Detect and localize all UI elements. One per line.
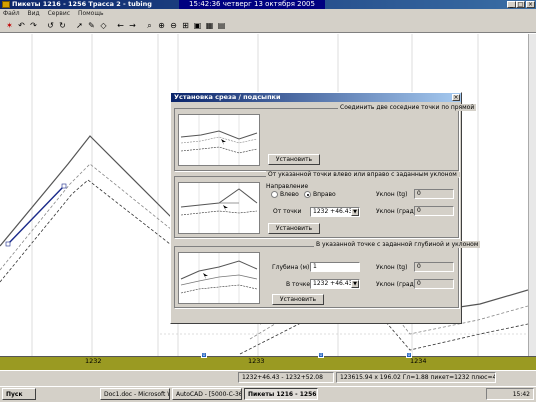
depth-label: Глубина (м) xyxy=(272,264,310,271)
ruler-label: 1232 xyxy=(85,357,102,365)
status-coords: 123615.94 x 196.02 Гл=1.88 пикет=1232 пл… xyxy=(336,372,496,383)
cut-icon[interactable]: ✶ xyxy=(4,21,15,31)
zoom-in-icon[interactable]: ⊕ xyxy=(156,21,167,31)
from-point-value: 1232 +46.43 xyxy=(313,208,353,215)
undo-all-icon[interactable]: ↺ xyxy=(45,21,56,31)
arrow-icon[interactable]: ➚ xyxy=(74,21,85,31)
station-marker[interactable]: U xyxy=(201,352,207,358)
preview-depth-drawing xyxy=(180,253,258,303)
radio-left-label: Влево xyxy=(280,191,299,198)
grid-icon[interactable]: ▦ xyxy=(204,21,215,31)
menu-service[interactable]: Сервис xyxy=(48,10,70,17)
refresh-icon[interactable]: ↻ xyxy=(57,21,68,31)
radio-right-label: Вправо xyxy=(313,191,336,198)
preview-connect xyxy=(178,114,260,166)
dialog-close-button[interactable]: × xyxy=(452,94,460,101)
preview-direction-drawing xyxy=(180,183,258,233)
depth-slope-tg-field[interactable]: 0 xyxy=(414,262,454,272)
vertical-scrollbar[interactable] xyxy=(528,34,536,356)
at-point-label: В точке xyxy=(286,281,311,288)
close-button[interactable]: × xyxy=(526,1,535,8)
preview-direction xyxy=(178,182,260,234)
eraser-icon[interactable]: ◇ xyxy=(98,21,109,31)
clock-banner: 15:42:36 четверг 13 октября 2005 xyxy=(179,0,325,9)
task-word[interactable]: Doc1.doc - Microsoft Word xyxy=(100,388,170,400)
section-connect-title: Соединить две соседние точки по прямой xyxy=(338,104,477,111)
dialog-title: Установка среза / подсыпки xyxy=(171,93,461,102)
start-label: Пуск xyxy=(6,391,23,398)
slope-deg-field[interactable]: 0 xyxy=(414,206,454,216)
apply-direction-button[interactable]: Установить xyxy=(268,223,320,234)
window-title: Пикеты 1216 - 1256 Трасса 2 - tubing xyxy=(12,0,152,8)
section-depth-title: В указанной точке с заданной глубиной и … xyxy=(314,241,481,248)
apply-connect-button[interactable]: Установить xyxy=(268,154,320,165)
depth-slope-deg-field[interactable]: 0 xyxy=(414,279,454,289)
radio-left[interactable] xyxy=(271,191,278,198)
slope-deg-label: Уклон (град.) xyxy=(376,208,418,215)
depth-slope-tg-label: Уклон (tg) xyxy=(376,264,408,271)
maximize-button[interactable]: □ xyxy=(516,1,525,8)
zoom-icon[interactable]: ⌕ xyxy=(144,21,155,31)
ruler-label: 1234 xyxy=(410,357,427,365)
menu-help[interactable]: Помощь xyxy=(78,10,104,17)
app-icon xyxy=(2,1,10,8)
pen-icon[interactable]: ✎ xyxy=(86,21,97,31)
zoom-extents-icon[interactable]: ▣ xyxy=(192,21,203,31)
station-marker[interactable]: U xyxy=(318,352,324,358)
zoom-out-icon[interactable]: ⊖ xyxy=(168,21,179,31)
apply-depth-button[interactable]: Установить xyxy=(272,294,324,305)
redo-icon[interactable]: ↷ xyxy=(28,21,39,31)
start-button[interactable]: Пуск xyxy=(2,388,36,400)
section-direction-title: От указанной точки влево или вправо с за… xyxy=(266,171,459,178)
chevron-down-icon: ▼ xyxy=(351,208,359,216)
slope-tg-label: Уклон (tg) xyxy=(376,191,408,198)
at-point-value: 1232 +46.43 xyxy=(313,280,353,287)
status-range: 1232+46.43 - 1232+52.08 xyxy=(238,372,334,383)
station-marker[interactable]: U xyxy=(406,352,412,358)
at-point-select[interactable]: 1232 +46.43 ▼ xyxy=(310,279,360,289)
depth-slope-deg-label: Уклон (град.) xyxy=(376,281,418,288)
undo-icon[interactable]: ↶ xyxy=(16,21,27,31)
radio-right[interactable] xyxy=(304,191,311,198)
menu-bar: Файл Вид Сервис Помощь xyxy=(0,9,536,19)
task-autocad[interactable]: AutoCAD - [5000-C-36-4... xyxy=(172,388,242,400)
from-point-select[interactable]: 1232 +46.43 ▼ xyxy=(310,207,360,217)
table-icon[interactable]: ▤ xyxy=(216,21,227,31)
direction-label: Направление xyxy=(266,183,309,190)
preview-connect-drawing xyxy=(180,115,258,165)
zoom-window-icon[interactable]: ⊞ xyxy=(180,21,191,31)
from-point-label: От точки xyxy=(273,208,302,215)
minimize-button[interactable]: _ xyxy=(507,1,516,8)
menu-view[interactable]: Вид xyxy=(28,10,40,17)
chevron-down-icon: ▼ xyxy=(351,280,359,288)
ruler-label: 1233 xyxy=(248,357,265,365)
system-tray-clock: 15:42 xyxy=(486,388,534,400)
back-arrow-icon[interactable]: ← xyxy=(115,21,126,31)
task-pickets[interactable]: Пикеты 1216 - 1256 Т... xyxy=(244,388,318,400)
preview-depth xyxy=(178,252,260,304)
forward-arrow-icon[interactable]: → xyxy=(127,21,138,31)
station-ruler xyxy=(0,356,536,370)
menu-file[interactable]: Файл xyxy=(3,10,20,17)
slope-tg-field[interactable]: 0 xyxy=(414,189,454,199)
depth-field[interactable]: 1 xyxy=(310,262,360,272)
